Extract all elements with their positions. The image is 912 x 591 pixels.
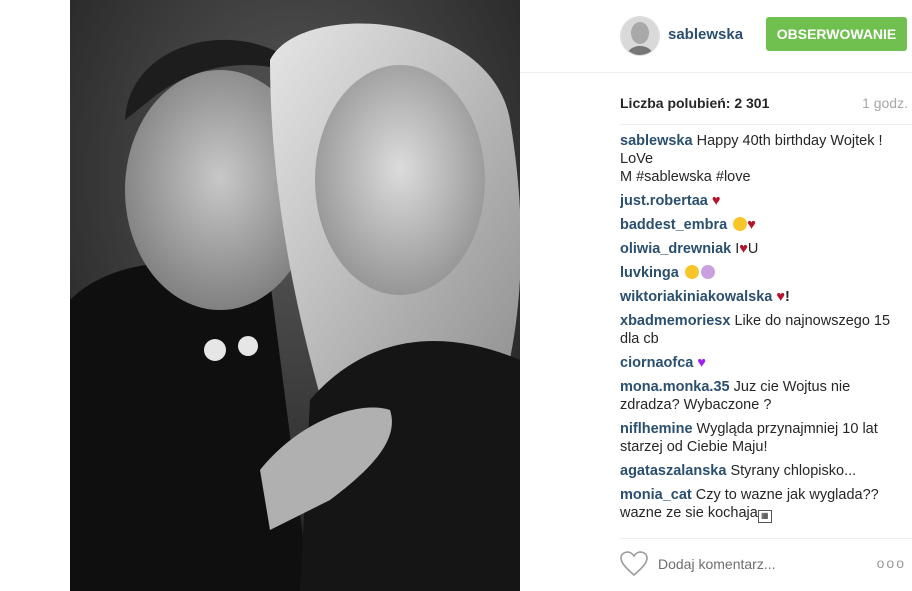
likes-count[interactable]: Liczba polubień: 2 301 [620, 95, 769, 111]
likes-row: Liczba polubień: 2 301 1 godz. [620, 92, 912, 114]
box-glyph-icon: ▦ [757, 510, 772, 523]
comment-username[interactable]: oliwia_drewniak [620, 241, 731, 257]
follow-button[interactable]: OBSERWOWANIE [766, 17, 907, 51]
comment-text-after: U [747, 241, 759, 257]
heart-letter-icon: ♥ [739, 241, 748, 257]
purple-heart-icon: ♥ [697, 355, 706, 371]
post-footer: Dodaj komentarz... ooo [620, 538, 912, 591]
list-item: just.robertaa ♥ [620, 192, 904, 210]
comment-username[interactable]: baddest_embra [620, 217, 727, 233]
comment-username[interactable]: ciornaofca [620, 355, 693, 371]
comment-username[interactable]: wiktoriakiniakowalska [620, 289, 772, 305]
list-item: luvkinga [620, 264, 904, 282]
heart-outline-icon [620, 551, 648, 577]
header-username[interactable]: sablewska [668, 26, 743, 43]
comment-text: ! [784, 289, 790, 305]
post-sidebar: sablewska OBSERWOWANIE Liczba polubień: … [520, 0, 912, 591]
post-photo[interactable] [70, 0, 520, 591]
face-emoji-icon [700, 265, 715, 279]
photo-image [70, 0, 520, 591]
list-item: niflhemine Wygląda przynajmniej 10 lat s… [620, 420, 904, 456]
list-item: mona.monka.35 Juz cie Wojtus nie zdradza… [620, 378, 904, 414]
caption-text-2: M #sablewska #love [620, 169, 751, 185]
list-item: baddest_embra ♥ [620, 216, 904, 234]
avatar[interactable] [620, 16, 660, 56]
list-item: xbadmemoriesx Like do najnowszego 15 dla… [620, 312, 904, 348]
comments-list[interactable]: sablewska Happy 40th birthday Wojtek ! L… [620, 132, 904, 530]
caption: sablewska Happy 40th birthday Wojtek ! L… [620, 132, 904, 186]
smile-emoji-icon [684, 265, 699, 279]
like-button[interactable] [620, 551, 648, 577]
list-item: wiktoriakiniakowalska ♥! [620, 288, 904, 306]
heart-icon: ♥ [711, 193, 721, 209]
heart-icon: ♥ [776, 289, 785, 305]
caption-username[interactable]: sablewska [620, 133, 693, 149]
comment-username[interactable]: luvkinga [620, 265, 679, 281]
post-time[interactable]: 1 godz. [862, 95, 908, 111]
add-comment-input[interactable]: Dodaj komentarz... [658, 556, 776, 572]
more-options-icon[interactable]: ooo [877, 555, 906, 571]
list-item: ciornaofca ♥ [620, 354, 904, 372]
smile-emoji-icon [733, 217, 748, 231]
comment-username[interactable]: niflhemine [620, 421, 693, 437]
comment-username[interactable]: mona.monka.35 [620, 379, 730, 395]
comment-username[interactable]: just.robertaa [620, 193, 708, 209]
divider [620, 124, 912, 125]
comment-username[interactable]: monia_cat [620, 487, 692, 503]
list-item: agataszalanska Styrany chlopisko... [620, 462, 904, 480]
list-item: oliwia_drewniak I♥U [620, 240, 904, 258]
comment-username[interactable]: agataszalanska [620, 463, 726, 479]
post-header: sablewska OBSERWOWANIE [520, 0, 912, 73]
comment-username[interactable]: xbadmemoriesx [620, 313, 730, 329]
heart-icon: ♥ [747, 217, 756, 233]
list-item: monia_cat Czy to wazne jak wyglada??wazn… [620, 486, 904, 523]
comment-text: Styrany chlopisko... [730, 463, 857, 479]
